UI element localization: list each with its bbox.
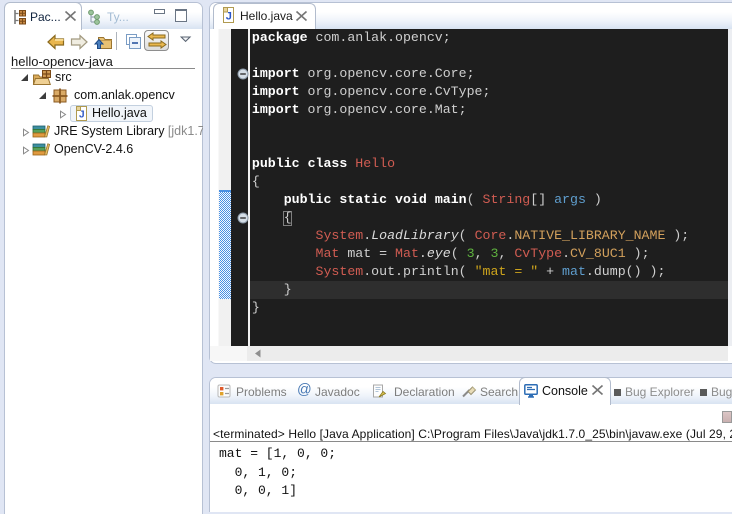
svg-text:J: J xyxy=(79,110,85,121)
svg-text:J: J xyxy=(226,11,232,23)
